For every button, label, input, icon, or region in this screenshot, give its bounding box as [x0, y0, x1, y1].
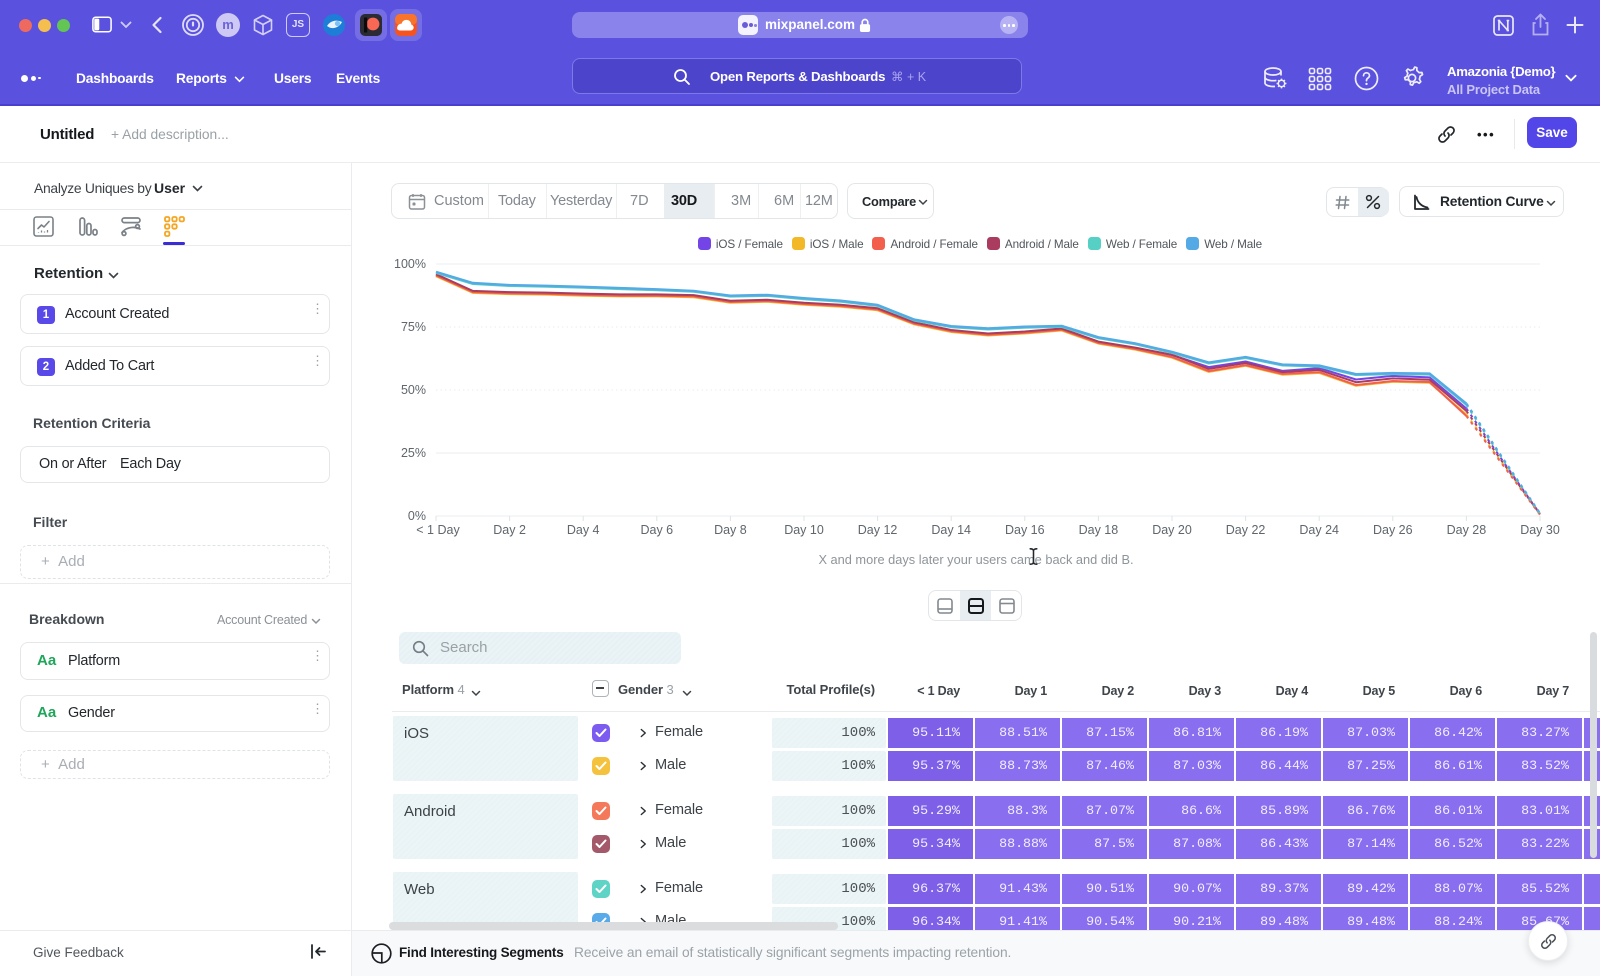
svg-text:Day 24: Day 24	[1299, 523, 1339, 537]
svg-text:Day 4: Day 4	[567, 523, 600, 537]
svg-text:75%: 75%	[401, 320, 426, 334]
svg-text:Day 18: Day 18	[1079, 523, 1119, 537]
svg-text:0%: 0%	[408, 509, 426, 523]
svg-text:50%: 50%	[401, 383, 426, 397]
svg-text:Day 16: Day 16	[1005, 523, 1045, 537]
svg-text:< 1 Day: < 1 Day	[416, 523, 460, 537]
svg-text:Day 14: Day 14	[931, 523, 971, 537]
svg-text:Day 8: Day 8	[714, 523, 747, 537]
svg-text:Day 2: Day 2	[493, 523, 526, 537]
svg-text:Day 10: Day 10	[784, 523, 824, 537]
svg-text:Day 22: Day 22	[1226, 523, 1266, 537]
svg-text:Day 28: Day 28	[1447, 523, 1487, 537]
svg-text:Day 6: Day 6	[640, 523, 673, 537]
svg-text:Day 30: Day 30	[1520, 523, 1560, 537]
svg-text:Day 20: Day 20	[1152, 523, 1192, 537]
svg-text:Day 26: Day 26	[1373, 523, 1413, 537]
svg-text:100%: 100%	[394, 257, 426, 271]
svg-text:Day 12: Day 12	[858, 523, 898, 537]
svg-text:25%: 25%	[401, 446, 426, 460]
